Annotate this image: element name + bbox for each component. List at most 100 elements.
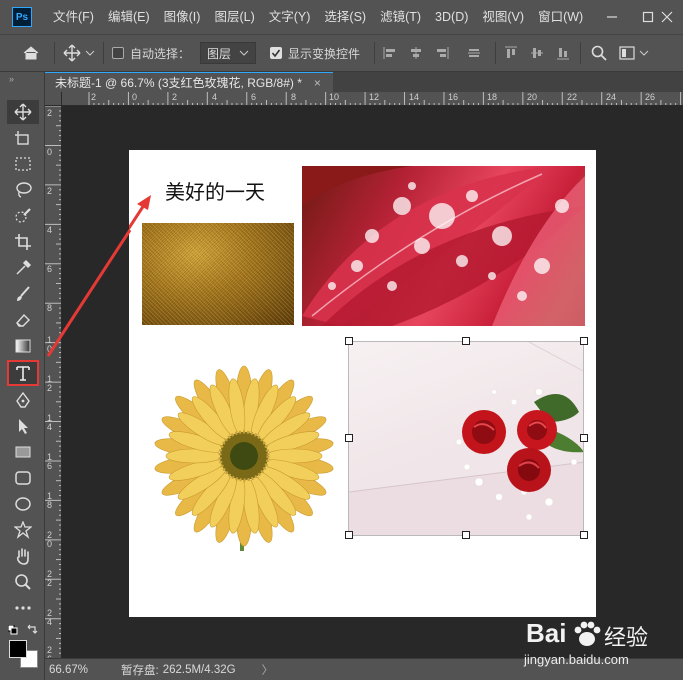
ruler-number: 24: [606, 92, 617, 102]
ellipse-tool[interactable]: [7, 492, 39, 516]
transform-handle-middle-right[interactable]: [580, 434, 588, 442]
transform-handle-bottom-right[interactable]: [580, 531, 588, 539]
type-tool[interactable]: [7, 360, 39, 386]
pen-tool[interactable]: [7, 388, 39, 412]
chevron-down-icon: [85, 50, 95, 56]
ruler-number: 8: [291, 92, 297, 102]
eraser-tool[interactable]: [7, 308, 39, 332]
horizontal-ruler[interactable]: 2 0 2 4 6 8 10 12 14 16 18 20 22 24 26: [62, 92, 683, 106]
eyedropper-icon: [16, 259, 32, 275]
photoshop-logo[interactable]: Ps: [12, 7, 32, 27]
tab-close-button[interactable]: ×: [314, 76, 321, 90]
zoom-tool[interactable]: [7, 570, 39, 594]
align-left-icon[interactable]: [383, 46, 397, 60]
hand-icon: [16, 548, 29, 565]
menu-image[interactable]: 图像(I): [157, 0, 208, 34]
menu-edit[interactable]: 编辑(E): [101, 0, 157, 34]
ruler-number: 18: [487, 92, 498, 102]
canvas-title-text[interactable]: 美好的一天: [165, 176, 265, 205]
align-right-icon[interactable]: [435, 46, 449, 60]
hand-tool[interactable]: [7, 544, 39, 568]
close-window-button[interactable]: [650, 0, 683, 34]
move-tool-preset[interactable]: [63, 34, 95, 72]
gold-texture-image[interactable]: [142, 223, 294, 325]
show-transform-checkbox[interactable]: 显示变换控件: [270, 34, 360, 72]
swap-colors-button[interactable]: [26, 623, 38, 638]
document-tab[interactable]: 未标题-1 @ 66.7% (3支红色玫瑰花, RGB/8#) * ×: [45, 72, 333, 92]
ruler-number: 16: [448, 92, 459, 102]
rectangle-icon: [15, 446, 31, 458]
rectangle-tool[interactable]: [7, 440, 39, 464]
menu-select[interactable]: 选择(S): [317, 0, 373, 34]
quick-selection-tool[interactable]: [7, 204, 39, 228]
menu-3d[interactable]: 3D(D): [428, 0, 475, 34]
crop-tool[interactable]: [7, 230, 39, 254]
menu-file[interactable]: 文件(F): [46, 0, 101, 34]
document-tab-title: 未标题-1 @ 66.7% (3支红色玫瑰花, RGB/8#) *: [55, 76, 302, 90]
layer-group-dropdown[interactable]: 图层: [200, 42, 257, 64]
brush-tool[interactable]: [7, 282, 39, 306]
zoom-icon: [15, 574, 31, 590]
separator: [495, 42, 497, 64]
transform-handle-top-left[interactable]: [345, 337, 353, 345]
menu-view[interactable]: 视图(V): [475, 0, 531, 34]
red-roses-image[interactable]: [348, 341, 584, 536]
status-menu-arrow[interactable]: 〉: [262, 662, 274, 678]
custom-shape-tool[interactable]: [7, 518, 39, 542]
document-canvas[interactable]: 美好的一天: [129, 150, 596, 617]
ruler-number: 8: [47, 303, 53, 313]
collapse-panel-icon[interactable]: »: [9, 74, 14, 84]
move-tool[interactable]: [7, 100, 39, 124]
custom-shape-icon: [14, 521, 32, 539]
ruler-number: 20: [527, 92, 538, 102]
transform-handle-middle-left[interactable]: [345, 434, 353, 442]
default-colors-button[interactable]: [7, 624, 18, 638]
ruler-number: 22: [567, 92, 578, 102]
auto-select-checkbox[interactable]: 自动选择：: [112, 34, 190, 72]
zoom-level[interactable]: 66.67%: [49, 664, 111, 676]
yellow-daisy-image[interactable]: [154, 361, 334, 551]
path-selection-tool[interactable]: [7, 414, 39, 438]
vertical-ruler[interactable]: 2 0 2 4 6 8 1 0 1 2 1 4 1 6 1 8 2 0 2 2 …: [45, 106, 62, 658]
separator: [374, 42, 376, 64]
rectangle-marquee-icon: [15, 157, 31, 171]
gradient-tool[interactable]: [7, 334, 39, 358]
transform-handle-bottom-left[interactable]: [345, 531, 353, 539]
workspace-button[interactable]: [619, 34, 649, 72]
ruler-origin[interactable]: [45, 92, 62, 106]
ruler-number: 2 4: [47, 608, 53, 627]
marquee-tool[interactable]: [7, 152, 39, 176]
transform-handle-bottom-center[interactable]: [462, 531, 470, 539]
tools-panel: »: [0, 72, 45, 680]
foreground-color-swatch[interactable]: [9, 640, 27, 658]
transform-handle-top-right[interactable]: [580, 337, 588, 345]
minimize-button[interactable]: [594, 0, 630, 34]
lasso-tool[interactable]: [7, 178, 39, 202]
align-top-icon[interactable]: [504, 46, 518, 60]
more-tools-button[interactable]: [7, 596, 39, 620]
swap-icon: [27, 624, 38, 634]
search-button[interactable]: [591, 34, 607, 72]
menu-filter[interactable]: 滤镜(T): [373, 0, 428, 34]
align-center-icon[interactable]: [409, 46, 423, 60]
daisy-illustration: [154, 365, 334, 551]
red-leaves-image[interactable]: [302, 166, 585, 326]
artboard-tool[interactable]: [7, 126, 39, 150]
default-colors-icon: [7, 624, 18, 635]
align-bottom-icon[interactable]: [556, 46, 570, 60]
menu-window[interactable]: 窗口(W): [531, 0, 590, 34]
workspace-icon: [619, 46, 635, 60]
checkbox-box-checked: [270, 47, 283, 59]
align-middle-icon[interactable]: [530, 46, 544, 60]
canvas-workspace[interactable]: 美好的一天: [62, 106, 683, 658]
eyedropper-tool[interactable]: [7, 256, 39, 280]
menu-type[interactable]: 文字(Y): [262, 0, 318, 34]
ruler-number: 6: [47, 264, 53, 274]
home-button[interactable]: [22, 34, 40, 72]
annotation-arrow-head: [137, 195, 151, 210]
rounded-rectangle-tool[interactable]: [7, 466, 39, 490]
distribute-icon[interactable]: [467, 46, 481, 60]
move-icon: [63, 44, 81, 62]
menu-layer[interactable]: 图层(L): [207, 0, 261, 34]
transform-handle-top-center[interactable]: [462, 337, 470, 345]
